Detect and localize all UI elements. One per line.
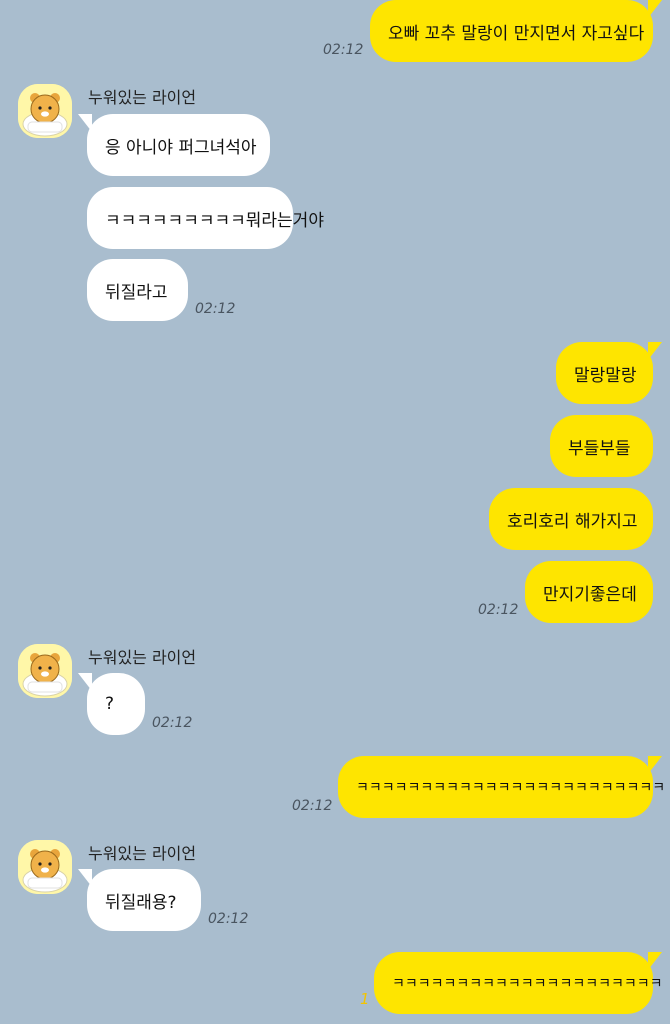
message-time: 02:12 bbox=[195, 301, 236, 317]
message-text: 호리호리 해가지고 bbox=[507, 511, 638, 532]
message-time: 02:12 bbox=[323, 42, 364, 58]
message-text: ㅋㅋㅋㅋㅋㅋㅋㅋㅋㅋㅋㅋㅋㅋㅋㅋㅋㅋㅋㅋㅋㅋㅋㅋ bbox=[356, 780, 666, 796]
unread-count: 1 bbox=[360, 990, 370, 1008]
message-bubble-outgoing[interactable]: 호리호리 해가지고 bbox=[489, 488, 653, 550]
message-bubble-incoming[interactable]: ? bbox=[78, 673, 145, 735]
message-bubble-incoming[interactable]: 뒤질라고 bbox=[87, 259, 188, 321]
message-bubble-incoming[interactable]: ㅋㅋㅋㅋㅋㅋㅋㅋㅋ뭐라는거야 bbox=[87, 187, 324, 249]
message-bubble-incoming[interactable]: 응 아니야 퍼그녀석아 bbox=[78, 114, 270, 176]
message-text: 응 아니야 퍼그녀석아 bbox=[105, 137, 257, 158]
message-text: 말랑말랑 bbox=[574, 365, 637, 386]
message-text: ? bbox=[105, 694, 115, 714]
sender-name: 누워있는 라이언 bbox=[88, 648, 197, 667]
message-bubble-outgoing[interactable]: ㅋㅋㅋㅋㅋㅋㅋㅋㅋㅋㅋㅋㅋㅋㅋㅋㅋㅋㅋㅋㅋㅋㅋㅋ bbox=[338, 756, 665, 818]
message-text: ㅋㅋㅋㅋㅋㅋㅋㅋㅋㅋㅋㅋㅋㅋㅋㅋㅋㅋㅋㅋㅋ bbox=[392, 976, 663, 992]
message-bubble-outgoing[interactable]: ㅋㅋㅋㅋㅋㅋㅋㅋㅋㅋㅋㅋㅋㅋㅋㅋㅋㅋㅋㅋㅋ bbox=[374, 952, 662, 1014]
message-bubble-outgoing[interactable]: 만지기좋은데 bbox=[525, 561, 653, 623]
message-text: 오빠 꼬추 말랑이 만지면서 자고싶다 bbox=[388, 23, 645, 44]
message-time: 02:12 bbox=[292, 798, 333, 814]
message-text: 뒤질라고 bbox=[105, 282, 168, 303]
message-bubble-incoming[interactable]: 뒤질래용? bbox=[78, 869, 201, 931]
message-text: 부들부들 bbox=[568, 438, 631, 459]
ryan-avatar-icon[interactable] bbox=[18, 644, 72, 698]
sender-name: 누워있는 라이언 bbox=[88, 88, 197, 107]
ryan-avatar-icon[interactable] bbox=[18, 840, 72, 894]
message-time: 02:12 bbox=[478, 602, 519, 618]
sender-name: 누워있는 라이언 bbox=[88, 844, 197, 863]
message-text: ㅋㅋㅋㅋㅋㅋㅋㅋㅋ뭐라는거야 bbox=[105, 210, 324, 231]
message-time: 02:12 bbox=[208, 911, 249, 927]
message-bubble-outgoing[interactable]: 부들부들 bbox=[550, 415, 653, 477]
message-text: 뒤질래용? bbox=[105, 892, 177, 913]
ryan-avatar-icon[interactable] bbox=[18, 84, 72, 138]
message-time: 02:12 bbox=[152, 715, 193, 731]
message-bubble-outgoing[interactable]: 말랑말랑 bbox=[556, 342, 662, 404]
message-text: 만지기좋은데 bbox=[543, 584, 637, 605]
message-bubble-outgoing[interactable]: 오빠 꼬추 말랑이 만지면서 자고싶다 bbox=[370, 0, 662, 62]
